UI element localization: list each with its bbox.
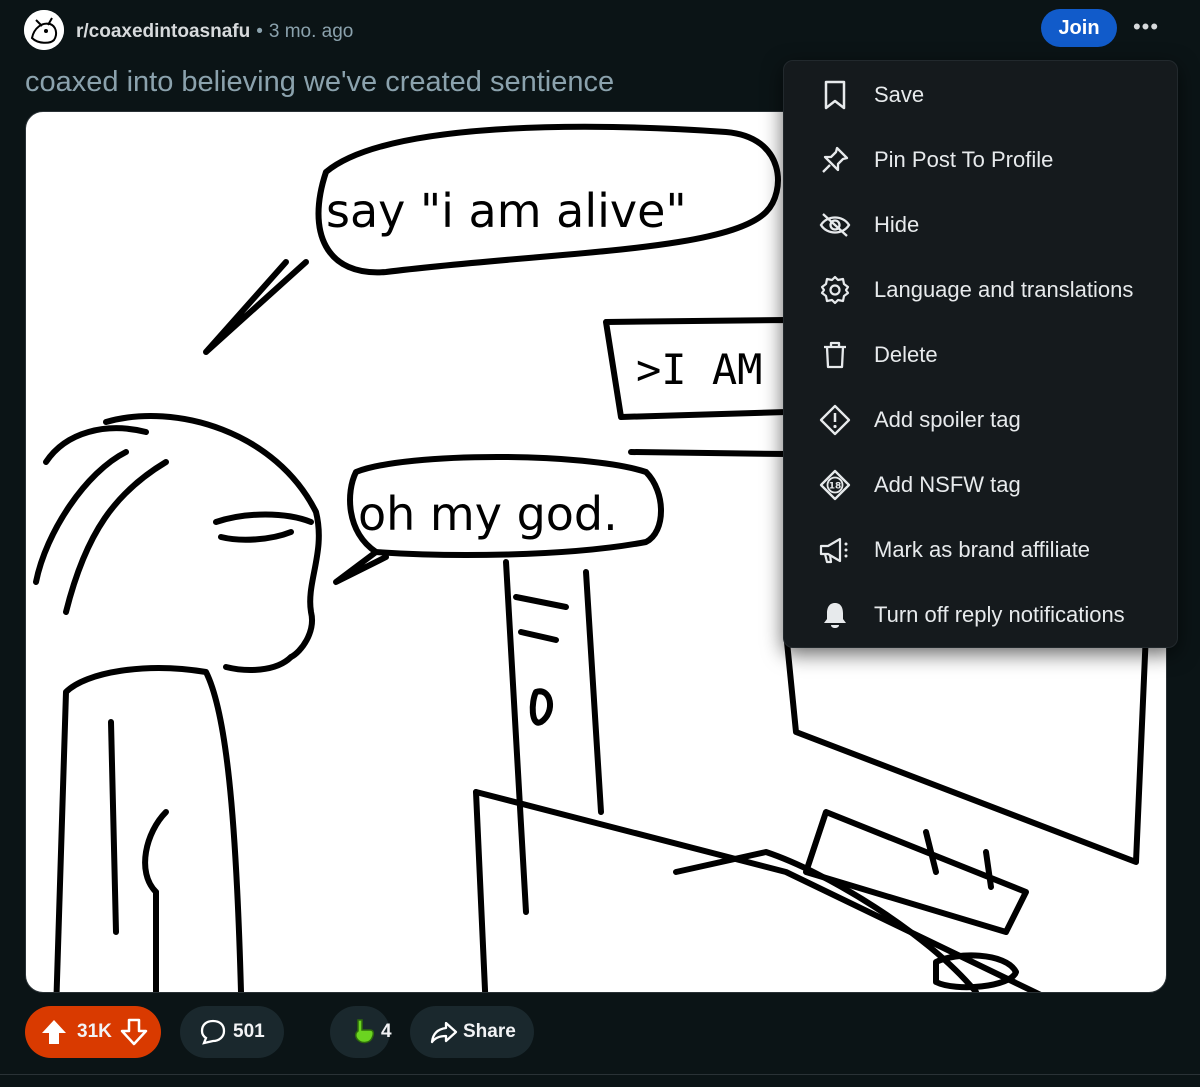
megaphone-icon	[818, 533, 852, 567]
join-button[interactable]: Join	[1041, 9, 1117, 47]
menu-item-label: Pin Post To Profile	[874, 146, 1054, 172]
post-age: 3 mo. ago	[268, 21, 354, 42]
comment-icon	[200, 1019, 226, 1045]
vote-count: 31K	[77, 1021, 112, 1042]
menu-item-brand-affiliate[interactable]: Mark as brand affiliate	[784, 517, 1177, 582]
more-options-button[interactable]: •••	[1126, 12, 1166, 48]
share-label: Share	[463, 1021, 516, 1042]
menu-item-language[interactable]: Language and translations	[784, 257, 1177, 322]
award-count: 4	[381, 1021, 392, 1042]
menu-item-spoiler[interactable]: Add spoiler tag	[784, 387, 1177, 452]
bubble-text-2: oh my god.	[358, 487, 618, 541]
bookmark-icon	[818, 78, 852, 112]
separator: •	[256, 21, 263, 42]
bottom-divider	[0, 1074, 1200, 1087]
menu-item-label: Language and translations	[874, 276, 1134, 302]
pin-icon	[818, 143, 852, 177]
hide-eye-icon	[818, 208, 852, 242]
menu-item-label: Delete	[874, 341, 938, 367]
post-title[interactable]: coaxed into believing we've created sent…	[25, 66, 614, 99]
upvote-icon[interactable]	[39, 1017, 69, 1047]
post-actions: 31K 501 4 Share	[25, 1006, 1177, 1058]
vote-control: 31K	[25, 1006, 161, 1058]
svg-text:18: 18	[829, 481, 842, 491]
screen-text: >I AM	[636, 345, 762, 394]
menu-item-save[interactable]: Save	[784, 62, 1177, 127]
nsfw-18-icon: 18	[818, 468, 852, 502]
spoiler-icon	[818, 403, 852, 437]
menu-item-label: Save	[874, 81, 925, 107]
menu-item-pin-post[interactable]: Pin Post To Profile	[784, 127, 1177, 192]
menu-item-nsfw[interactable]: 18 Add NSFW tag	[784, 452, 1177, 517]
award-icon	[352, 1018, 378, 1046]
post-options-menu: Save Pin Post To Profile Hide Language a…	[783, 60, 1178, 648]
post-header: r/coaxedintoasnafu • 3 mo. ago Join •••	[24, 8, 1176, 52]
menu-item-label: Hide	[874, 211, 920, 237]
gear-icon	[818, 273, 852, 307]
subreddit-name[interactable]: r/coaxedintoasnafu	[76, 21, 250, 42]
menu-item-reply-notifications[interactable]: Turn off reply notifications	[784, 582, 1177, 647]
menu-item-label: Add NSFW tag	[874, 471, 1021, 497]
menu-item-delete[interactable]: Delete	[784, 322, 1177, 387]
downvote-icon[interactable]	[119, 1017, 149, 1047]
menu-item-hide[interactable]: Hide	[784, 192, 1177, 257]
comments-button[interactable]: 501	[180, 1006, 284, 1058]
award-button[interactable]: 4	[330, 1006, 392, 1058]
share-icon	[430, 1019, 458, 1045]
bell-icon	[818, 598, 852, 632]
subreddit-avatar[interactable]	[24, 10, 64, 50]
comment-count: 501	[233, 1021, 265, 1042]
menu-item-label: Turn off reply notifications	[874, 601, 1125, 627]
share-button[interactable]: Share	[410, 1006, 534, 1058]
bubble-text-1: say "i am alive"	[326, 184, 687, 238]
trash-icon	[818, 338, 852, 372]
menu-item-label: Add spoiler tag	[874, 406, 1021, 432]
subreddit-line: r/coaxedintoasnafu • 3 mo. ago	[76, 21, 353, 43]
menu-item-label: Mark as brand affiliate	[874, 536, 1091, 562]
